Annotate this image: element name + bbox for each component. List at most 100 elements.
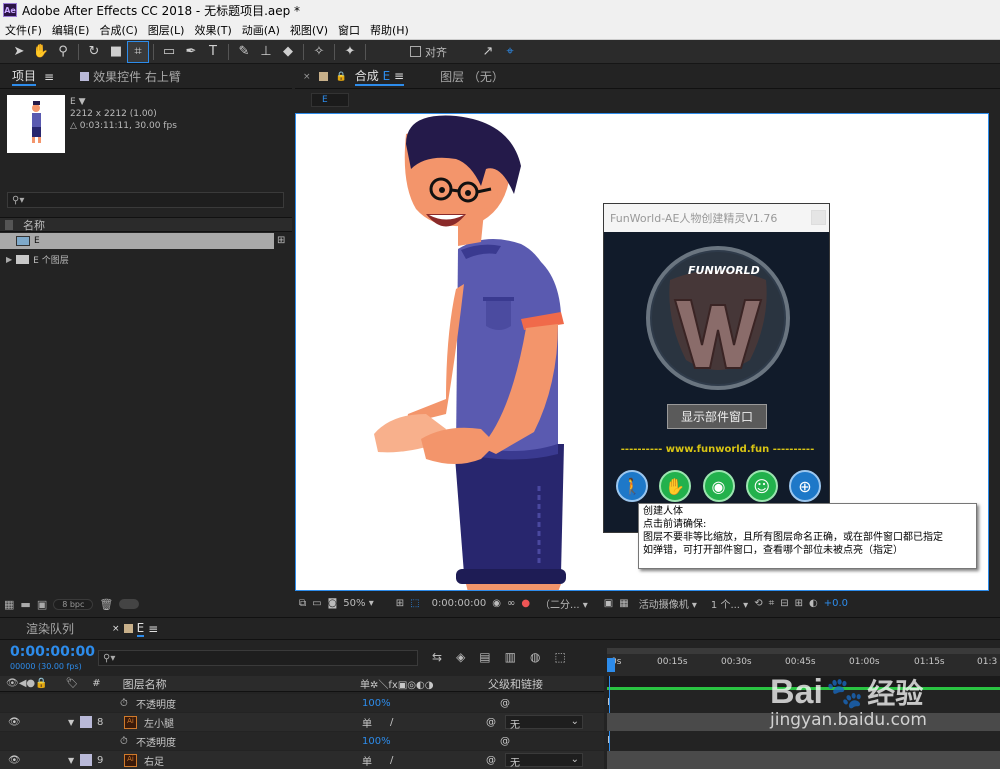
menu-edit[interactable]: 编辑(E) (47, 22, 95, 38)
project-item-folder[interactable]: ▶ E 个图层 (0, 251, 274, 267)
snapshot-icon[interactable]: ◉ (492, 598, 501, 609)
keyframe-marker[interactable]: I (607, 697, 610, 708)
fast-preview-icon[interactable]: ⌗ (769, 598, 775, 609)
always-preview-icon[interactable]: ⧉ (299, 598, 306, 609)
interpret-footage-icon[interactable]: ▦ (4, 598, 14, 611)
selection-tool-icon[interactable]: ➤ (8, 41, 30, 63)
flowchart-icon[interactable]: ⊞ (795, 598, 803, 609)
views-select[interactable]: 1 个... ▾ (711, 596, 748, 611)
panel-menu-icon[interactable]: ≡ (394, 69, 404, 83)
hand-tool-icon[interactable]: ✋ (30, 41, 52, 63)
frame-blending-icon[interactable]: ▥ (505, 650, 516, 664)
grid-icon[interactable]: ⊞ (396, 598, 404, 609)
show-parts-window-button[interactable]: 显示部件窗口 (667, 404, 767, 429)
lock-icon[interactable]: 🔒 (336, 72, 347, 82)
new-comp-icon[interactable]: ▣ (37, 598, 47, 611)
comp-thumbnail[interactable] (7, 95, 65, 153)
parent-pickwhip-icon[interactable]: @ (486, 755, 496, 766)
parent-select[interactable]: 无 ⌄ (505, 715, 583, 731)
channel-icon[interactable]: ● (521, 598, 530, 609)
target-button[interactable]: ⊕ (789, 470, 821, 502)
tab-timeline-comp[interactable]: × E ≡ (104, 621, 166, 637)
pan-behind-tool-icon[interactable]: ⌗ (127, 40, 149, 63)
tab-render-queue[interactable]: 渲染队列 (0, 620, 82, 637)
composition-mini-flowchart-icon[interactable]: ⇆ (432, 650, 442, 664)
thumbnail-toggle[interactable] (119, 599, 140, 609)
zoom-tool-icon[interactable]: ⚲ (52, 41, 74, 63)
zoom-select[interactable]: 50% ▾ (343, 598, 373, 609)
monitor-icon[interactable]: ▭ (312, 598, 321, 609)
layer-row[interactable]: 👁 ▼ 9 Ai 右足 单 / @ 无 ⌄ (0, 751, 604, 769)
layer-name[interactable]: 右足 (144, 753, 164, 768)
menu-animation[interactable]: 动画(A) (237, 22, 285, 38)
create-body-button[interactable]: 🚶 (616, 470, 648, 502)
tab-composition[interactable]: 合成 E ≡ (347, 67, 412, 86)
tab-layer[interactable]: 图层 （无） (432, 68, 512, 85)
parent-link-column[interactable]: 父级和链接 (488, 676, 543, 692)
rotate-tool-icon[interactable]: ↻ (83, 41, 105, 63)
timeline-icon[interactable]: ⊟ (780, 598, 788, 609)
user-check-button[interactable]: ☺ (745, 470, 778, 502)
label-column-icon[interactable] (5, 219, 13, 230)
parent-select[interactable]: 无 ⌄ (505, 753, 583, 769)
stopwatch-icon[interactable]: ⏱ (120, 698, 128, 709)
menu-layer[interactable]: 图层(L) (143, 22, 190, 38)
roto-brush-tool-icon[interactable]: ✧ (308, 41, 330, 63)
trash-icon[interactable]: 🗑 (99, 598, 113, 611)
comp-breadcrumb[interactable]: E (311, 93, 349, 107)
resolution-select[interactable]: （二分... ▾ (540, 596, 588, 611)
puppet-pin-tool-icon[interactable]: ✦ (339, 41, 361, 63)
property-row[interactable]: ⏱ 不透明度 100% @ (0, 732, 604, 750)
layer-color-swatch[interactable] (80, 754, 92, 766)
brush-tool-icon[interactable]: ✎ (233, 41, 255, 63)
expand-arrow-icon[interactable]: ▶ (6, 255, 12, 264)
eye-icon[interactable]: 👁 (8, 717, 21, 728)
stopwatch-icon[interactable]: ⏱ (120, 736, 128, 747)
clone-stamp-tool-icon[interactable]: ⊥ (255, 41, 277, 63)
menu-view[interactable]: 视图(V) (285, 22, 333, 38)
menu-composition[interactable]: 合成(C) (94, 22, 142, 38)
tab-effect-controls[interactable]: 效果控件 右上臂 (62, 68, 189, 85)
snap-checkbox[interactable] (410, 46, 421, 57)
shy-switch-icon[interactable]: 单 (362, 753, 372, 768)
bpc-button[interactable]: 8 bpc (53, 598, 94, 610)
layer-duration-bar[interactable] (607, 751, 1000, 769)
shy-layers-icon[interactable]: ▤ (479, 650, 490, 664)
property-value[interactable]: 100% (362, 736, 391, 747)
menu-help[interactable]: 帮助(H) (365, 22, 414, 38)
eye-icon[interactable]: 👁 (8, 755, 21, 766)
close-icon[interactable]: × (112, 624, 120, 634)
new-folder-icon[interactable]: ▬ (20, 598, 30, 611)
eye-button[interactable]: ◉ (702, 470, 735, 502)
transparency-icon[interactable]: ▦ (619, 598, 628, 609)
rectangle-tool-icon[interactable]: ▭ (158, 41, 180, 63)
close-icon[interactable]: × (303, 72, 311, 82)
property-value[interactable]: 100% (362, 698, 391, 709)
eraser-tool-icon[interactable]: ◆ (277, 41, 299, 63)
quality-switch-icon[interactable]: / (390, 717, 393, 728)
timeline-current-time[interactable]: 0:00:00:00 (10, 644, 95, 660)
plugin-url[interactable]: ---------- www.funworld.fun ---------- (604, 444, 831, 455)
camera-tool-icon[interactable]: ■ (105, 41, 127, 63)
camera-select[interactable]: 活动摄像机 ▾ (639, 596, 697, 611)
reset-exposure-icon[interactable]: ◐ (809, 598, 818, 609)
menu-effect[interactable]: 效果(T) (189, 22, 236, 38)
property-row[interactable]: ⏱ 不透明度 100% @ (0, 694, 604, 712)
expression-icon[interactable]: @ (500, 698, 510, 709)
layer-row[interactable]: 👁 ▼ 8 Ai 左小腿 单 / @ 无 ⌄ (0, 713, 604, 731)
roi-icon[interactable]: ▣ (604, 598, 613, 609)
menu-file[interactable]: 文件(F) (0, 22, 47, 38)
graph-editor-icon[interactable]: ⬚ (554, 650, 565, 664)
name-column-header[interactable]: 名称 (23, 217, 45, 233)
layer-color-swatch[interactable] (80, 716, 92, 728)
project-item-comp[interactable]: E (0, 233, 274, 249)
motion-blur-icon[interactable]: ◍ (530, 650, 540, 664)
show-snapshot-icon[interactable]: ∞ (507, 598, 515, 609)
quality-switch-icon[interactable]: / (390, 755, 393, 766)
tab-project[interactable]: 项目 ≡ (0, 67, 62, 86)
expand-arrow-icon[interactable]: ▼ (68, 756, 74, 765)
panel-menu-icon[interactable]: ≡ (148, 622, 158, 636)
shy-switch-icon[interactable]: 单 (362, 715, 372, 730)
snap-arrow-icon[interactable]: ↗ (477, 41, 499, 63)
panel-menu-icon[interactable]: ≡ (44, 70, 54, 84)
